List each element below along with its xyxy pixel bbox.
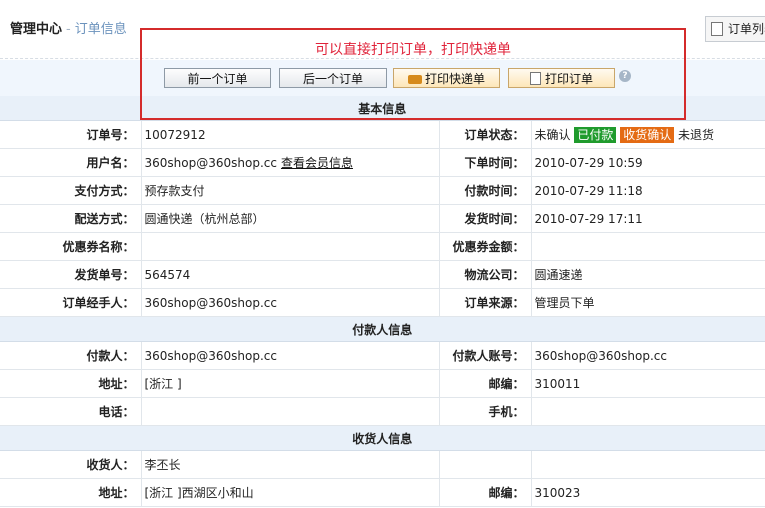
- section-title: 付款人信息: [0, 316, 765, 342]
- logistics-company: 圆通速递: [531, 260, 765, 289]
- field-label: 订单状态：: [439, 120, 532, 149]
- status-badge-received: 收货确认: [620, 127, 675, 143]
- table-row: 电话： 手机：: [0, 397, 765, 426]
- field-label: 订单号：: [0, 120, 142, 149]
- status-unconfirmed: 未确认: [534, 128, 571, 142]
- field-label: 优惠券金额：: [439, 232, 532, 261]
- username-cell: 360shop@360shop.cc 查看会员信息: [141, 148, 440, 177]
- consignee-zip: 310023: [531, 478, 765, 507]
- table-row: 优惠券名称： 优惠券金额：: [0, 232, 765, 261]
- order-handler: 360shop@360shop.cc: [141, 288, 440, 317]
- payer-phone: [141, 397, 440, 426]
- order-time: 2010-07-29 10:59: [531, 148, 765, 177]
- order-number: 10072912: [141, 120, 440, 149]
- annotation-box: 可以直接打印订单，打印快递单: [140, 28, 686, 120]
- order-info-table: 基本信息 订单号： 10072912 订单状态： 未确认 已付款 收货确认 未退…: [0, 96, 765, 507]
- field-label: 手机：: [439, 397, 532, 426]
- field-label: 付款人：: [0, 341, 142, 370]
- field-label: 订单来源：: [439, 288, 532, 317]
- payer-account: 360shop@360shop.cc: [531, 341, 765, 370]
- table-row: 用户名： 360shop@360shop.cc 查看会员信息 下单时间： 2010…: [0, 148, 765, 177]
- field-label: 收货人：: [0, 450, 142, 479]
- breadcrumb-current: 订单信息: [74, 22, 127, 37]
- field-label: 邮编：: [439, 478, 532, 507]
- coupon-amount: [531, 232, 765, 261]
- username: 360shop@360shop.cc: [144, 156, 277, 170]
- field-label: 电话：: [0, 397, 142, 426]
- table-row: 发货单号： 564574 物流公司： 圆通速递: [0, 260, 765, 289]
- field-label: 发货时间：: [439, 204, 532, 233]
- status-no-return: 未退货: [678, 128, 715, 142]
- field-label: 配送方式：: [0, 204, 142, 233]
- field-label: 付款人账号：: [439, 341, 532, 370]
- ship-time: 2010-07-29 17:11: [531, 204, 765, 233]
- table-row: 订单经手人： 360shop@360shop.cc 订单来源： 管理员下单: [0, 288, 765, 317]
- consignee-address: [浙江 ]西湖区小和山: [141, 478, 440, 507]
- field-label: 优惠券名称：: [0, 232, 142, 261]
- field-label: 发货单号：: [0, 260, 142, 289]
- breadcrumb: 管理中心 - 订单信息: [10, 18, 127, 37]
- field-label: 用户名：: [0, 148, 142, 177]
- empty-cell: [439, 450, 532, 479]
- field-label: 地址：: [0, 369, 142, 398]
- table-row: 配送方式： 圆通快递（杭州总部） 发货时间： 2010-07-29 17:11: [0, 204, 765, 233]
- table-row: 地址： [浙江 ] 邮编： 310011: [0, 369, 765, 398]
- payer-name: 360shop@360shop.cc: [141, 341, 440, 370]
- empty-cell: [531, 450, 765, 479]
- table-row: 收货人： 李丕长: [0, 450, 765, 479]
- payer-address: [浙江 ]: [141, 369, 440, 398]
- view-member-link[interactable]: 查看会员信息: [281, 156, 353, 170]
- field-label: 订单经手人：: [0, 288, 142, 317]
- document-icon: [711, 22, 723, 36]
- status-badge-paid: 已付款: [574, 127, 617, 143]
- payer-mobile: [531, 397, 765, 426]
- field-label: 付款时间：: [439, 176, 532, 205]
- payment-time: 2010-07-29 11:18: [531, 176, 765, 205]
- shipping-method: 圆通快递（杭州总部）: [141, 204, 440, 233]
- order-status: 未确认 已付款 收货确认 未退货: [531, 120, 765, 149]
- consignee-name: 李丕长: [141, 450, 440, 479]
- order-list-label: 订单列表: [728, 22, 765, 36]
- field-label: 支付方式：: [0, 176, 142, 205]
- order-list-button[interactable]: 订单列表: [705, 16, 765, 42]
- field-label: 物流公司：: [439, 260, 532, 289]
- section-header-consignee: 收货人信息: [0, 425, 765, 451]
- table-row: 订单号： 10072912 订单状态： 未确认 已付款 收货确认 未退货: [0, 120, 765, 149]
- breadcrumb-separator: -: [66, 22, 71, 37]
- coupon-name: [141, 232, 440, 261]
- payer-zip: 310011: [531, 369, 765, 398]
- section-header-payer: 付款人信息: [0, 316, 765, 342]
- section-title: 收货人信息: [0, 425, 765, 451]
- field-label: 邮编：: [439, 369, 532, 398]
- breadcrumb-root[interactable]: 管理中心: [10, 22, 62, 37]
- payment-method: 预存款支付: [141, 176, 440, 205]
- order-source: 管理员下单: [531, 288, 765, 317]
- table-row: 支付方式： 预存款支付 付款时间： 2010-07-29 11:18: [0, 176, 765, 205]
- table-row: 付款人： 360shop@360shop.cc 付款人账号： 360shop@3…: [0, 341, 765, 370]
- shipment-number: 564574: [141, 260, 440, 289]
- table-row: 地址： [浙江 ]西湖区小和山 邮编： 310023: [0, 478, 765, 507]
- annotation-text: 可以直接打印订单，打印快递单: [315, 42, 511, 58]
- field-label: 下单时间：: [439, 148, 532, 177]
- field-label: 地址：: [0, 478, 142, 507]
